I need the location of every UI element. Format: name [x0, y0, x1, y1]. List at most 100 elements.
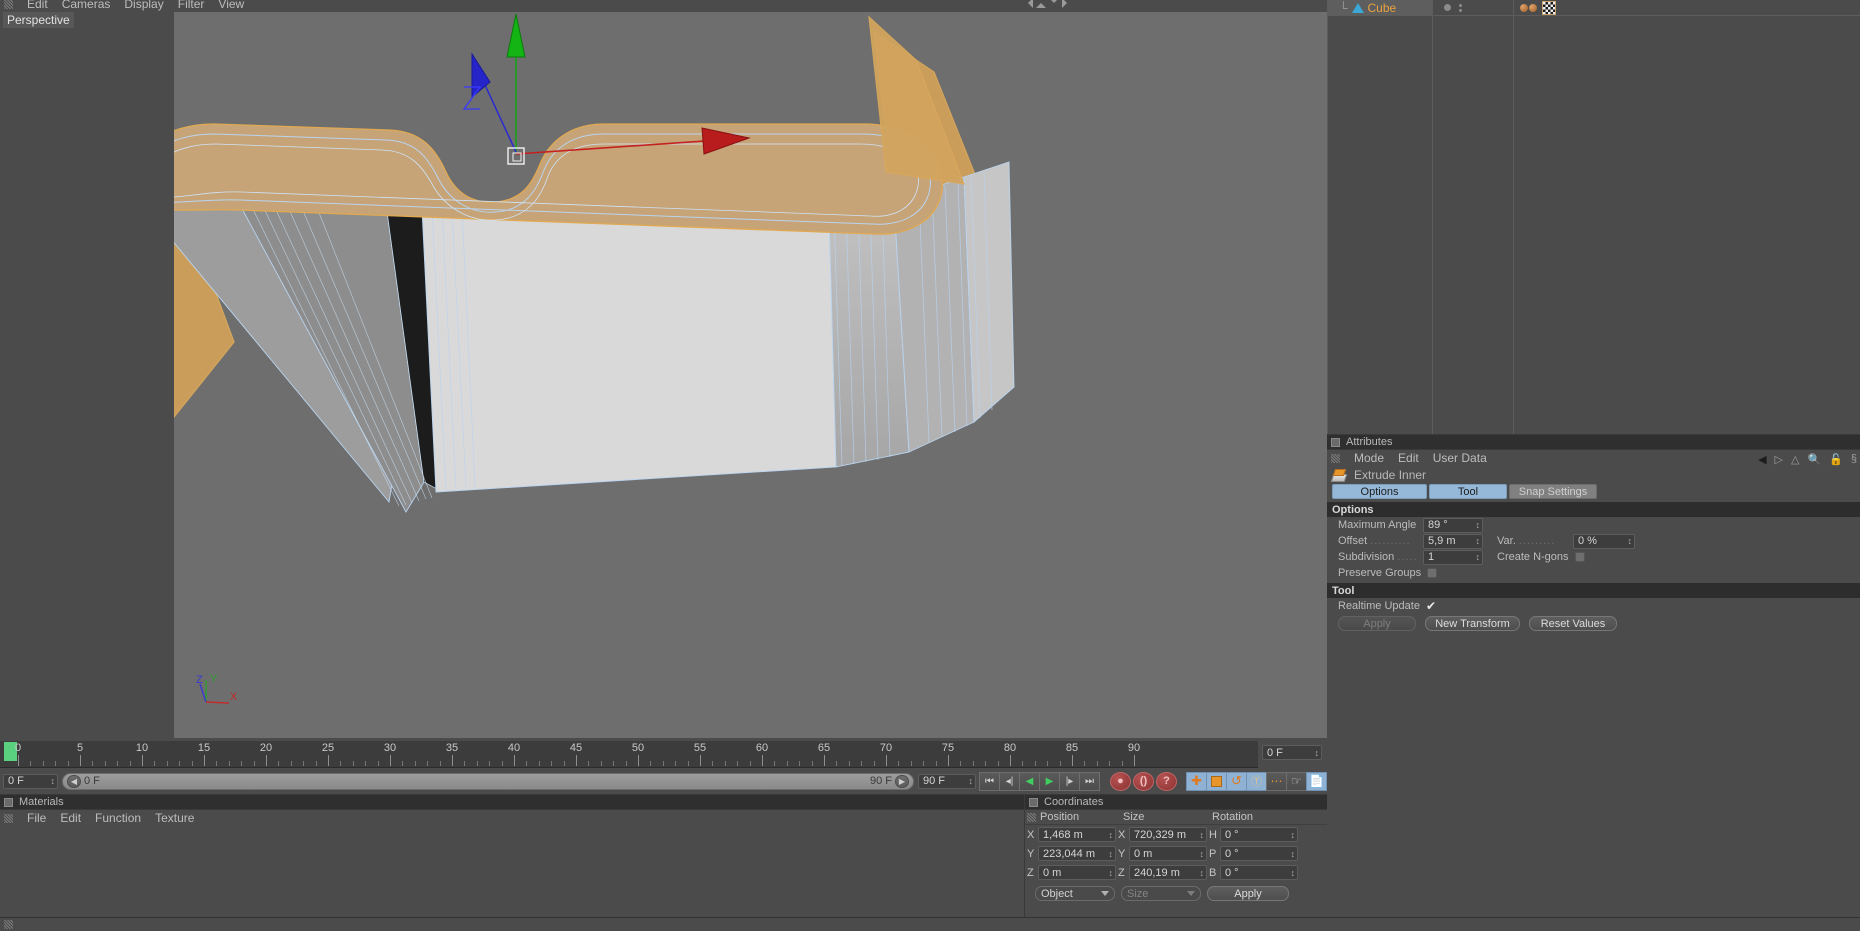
position-y-input[interactable]: 223,044 m	[1038, 846, 1116, 861]
coordinates-footer-row[interactable]: Object Size Apply	[1025, 884, 1327, 903]
tab-tool[interactable]: Tool	[1429, 484, 1507, 499]
editor-visibility-icon[interactable]	[1444, 4, 1451, 11]
viewport-menu-edit[interactable]: Edit	[27, 0, 48, 11]
rotation-b-input[interactable]: 0 °	[1220, 865, 1298, 880]
materials-menu-texture[interactable]: Texture	[155, 811, 194, 825]
object-row-tags[interactable]	[1512, 0, 1556, 15]
viewport-menu-view[interactable]: View	[218, 0, 244, 11]
variation-input[interactable]: 0 %	[1573, 533, 1635, 549]
coordinates-row-2[interactable]: Y 223,044 m Y 0 m P 0 °	[1025, 844, 1327, 863]
timeline-panel[interactable]: 0 5 10 15 20 25 30 35 40 45 50 55 60 65 70 75 80 85 90 0 F…	[0, 741, 1327, 794]
maximum-angle-row[interactable]: Maximum Angle 89 °	[1327, 517, 1860, 533]
object-manager-row-cube[interactable]: └ Cube	[1327, 0, 1860, 15]
current-frame-value[interactable]: 0 F	[1262, 745, 1322, 760]
coordinates-grip[interactable]	[1027, 812, 1036, 822]
create-ngons-checkbox[interactable]	[1574, 552, 1585, 562]
materials-panel[interactable]: Materials File Edit Function Texture	[0, 794, 1024, 917]
record-controls[interactable]: ● () ?	[1110, 771, 1177, 791]
viewport-menu-filter[interactable]: Filter	[178, 0, 205, 11]
coordinates-row-1[interactable]: X 1,468 m X 720,329 m H 0 °	[1025, 825, 1327, 844]
go-to-end-icon[interactable]: ⏭	[1079, 771, 1100, 791]
record-icon[interactable]: ●	[1110, 771, 1131, 791]
lock-icon[interactable]: 🔓	[1829, 453, 1843, 466]
materials-menu-grip[interactable]	[4, 813, 13, 823]
attributes-menu-user-data[interactable]: User Data	[1433, 451, 1487, 465]
attributes-collapse-icon[interactable]	[1331, 437, 1340, 447]
play-reverse-icon[interactable]: ◀	[1019, 771, 1040, 791]
scale-icon[interactable]	[1206, 771, 1227, 791]
keyframe-mode-buttons[interactable]: ✚ ↺ Ⓣ ⋯ ☞ 📄	[1186, 771, 1327, 791]
rotation-p-input[interactable]: 0 °	[1220, 846, 1298, 861]
materials-menu-file[interactable]: File	[27, 811, 46, 825]
materials-menu-function[interactable]: Function	[95, 811, 141, 825]
attributes-panel[interactable]: Attributes Mode Edit User Data ◀ ▷ △ 🔍 🔓…	[1327, 434, 1860, 677]
texture-tag-checker[interactable]	[1542, 0, 1556, 15]
animate-icon[interactable]: ☞	[1286, 771, 1307, 791]
search-icon[interactable]: 🔍	[1807, 453, 1821, 466]
scrub-right-handle[interactable]: ▶	[895, 774, 909, 788]
viewport-menu-cameras[interactable]: Cameras	[62, 0, 111, 11]
keyframe-selection-icon[interactable]: ?	[1156, 771, 1177, 791]
up-arrow-icon[interactable]: △	[1791, 453, 1799, 466]
subdivision-input[interactable]: 1	[1423, 549, 1483, 565]
viewport-menu-display[interactable]: Display	[124, 0, 163, 11]
link-icon[interactable]: §	[1851, 453, 1857, 465]
materials-menu-edit[interactable]: Edit	[60, 811, 81, 825]
coordinate-mode-select[interactable]: Object	[1035, 886, 1115, 901]
coordinates-row-3[interactable]: Z 0 m Z 240,19 m B 0 °	[1025, 863, 1327, 882]
viewport-menu-grip[interactable]	[4, 0, 13, 9]
forward-arrow-icon[interactable]: ▷	[1775, 453, 1783, 466]
viewport-nav-right-icon[interactable]	[1062, 0, 1072, 8]
attributes-tabs[interactable]: Options Tool Snap Settings	[1327, 484, 1860, 500]
attributes-menu-mode[interactable]: Mode	[1354, 451, 1384, 465]
new-transform-button[interactable]: New Transform	[1425, 616, 1520, 631]
status-bar-grip[interactable]	[4, 920, 13, 929]
object-row-name-cell[interactable]: └ Cube	[1327, 0, 1432, 15]
viewport-corner-controls[interactable]	[1023, 0, 1072, 8]
materials-collapse-icon[interactable]	[4, 797, 13, 807]
object-tag-sphere-2[interactable]	[1529, 3, 1537, 12]
reset-values-button[interactable]: Reset Values	[1529, 616, 1617, 631]
play-forward-icon[interactable]: ▶	[1039, 771, 1060, 791]
realtime-update-checkbox[interactable]: ✔	[1426, 600, 1436, 612]
realtime-update-row[interactable]: Realtime Update ✔	[1327, 598, 1860, 614]
coordinates-panel[interactable]: Coordinates Position Size Rotation X 1,4…	[1024, 794, 1327, 917]
viewport-nav-up-icon[interactable]	[1036, 0, 1046, 8]
size-x-input[interactable]: 720,329 m	[1129, 827, 1207, 842]
coordinates-collapse-icon[interactable]	[1029, 797, 1038, 807]
scrub-left-handle[interactable]: ◀	[67, 774, 81, 788]
viewport-menubar[interactable]: Edit Cameras Display Filter View	[0, 0, 1327, 12]
tab-snap-settings[interactable]: Snap Settings	[1509, 484, 1597, 499]
tab-options[interactable]: Options	[1332, 484, 1427, 499]
transport-controls[interactable]: ⏮ ◂| ◀ ▶ |▸ ⏭	[979, 771, 1100, 791]
step-back-icon[interactable]: ◂|	[999, 771, 1020, 791]
position-icon[interactable]: ✚	[1186, 771, 1207, 791]
frame-start-field[interactable]: 0 F	[3, 773, 58, 789]
object-row-toggles[interactable]	[1432, 3, 1512, 12]
back-arrow-icon[interactable]: ◀	[1758, 453, 1766, 466]
attributes-header-icons[interactable]: ◀ ▷ △ 🔍 🔓 §	[1758, 451, 1857, 467]
viewport-nav-left-icon[interactable]	[1023, 0, 1033, 8]
subdivision-row[interactable]: Subdivision ..... 1 Create N-gons	[1327, 549, 1860, 565]
tool-buttons-row[interactable]: Apply New Transform Reset Values	[1327, 614, 1860, 633]
position-x-input[interactable]: 1,468 m	[1038, 827, 1116, 842]
size-mode-select[interactable]: Size	[1121, 886, 1201, 901]
viewport-nav-down-icon[interactable]	[1049, 0, 1059, 8]
offset-input[interactable]: 5,9 m	[1423, 533, 1483, 549]
timeline-scrubber[interactable]: ◀ 0 F 90 F ▶	[62, 772, 914, 790]
timeline-current-frame-field[interactable]: 0 F	[1262, 745, 1322, 760]
maximum-angle-input[interactable]: 89 °	[1423, 517, 1483, 533]
viewport-panel[interactable]: Edit Cameras Display Filter View Perspec…	[0, 0, 1327, 741]
preserve-groups-row[interactable]: Preserve Groups	[1327, 565, 1860, 581]
attributes-menu-edit[interactable]: Edit	[1398, 451, 1419, 465]
materials-menubar[interactable]: File Edit Function Texture	[0, 810, 1024, 826]
apply-button[interactable]: Apply	[1338, 616, 1416, 631]
keyframe-icon[interactable]: 📄	[1306, 771, 1327, 791]
preserve-groups-checkbox[interactable]	[1427, 568, 1438, 578]
timeline-ruler[interactable]: 0 5 10 15 20 25 30 35 40 45 50 55 60 65 70 75 80 85 90	[0, 741, 1258, 768]
viewport-3d-canvas[interactable]: Y Z X	[130, 0, 1327, 738]
frame-end-field[interactable]: 90 F	[918, 773, 976, 789]
size-z-input[interactable]: 240,19 m	[1129, 865, 1207, 880]
materials-content-area[interactable]	[0, 826, 1024, 916]
coordinates-apply-button[interactable]: Apply	[1207, 886, 1289, 901]
